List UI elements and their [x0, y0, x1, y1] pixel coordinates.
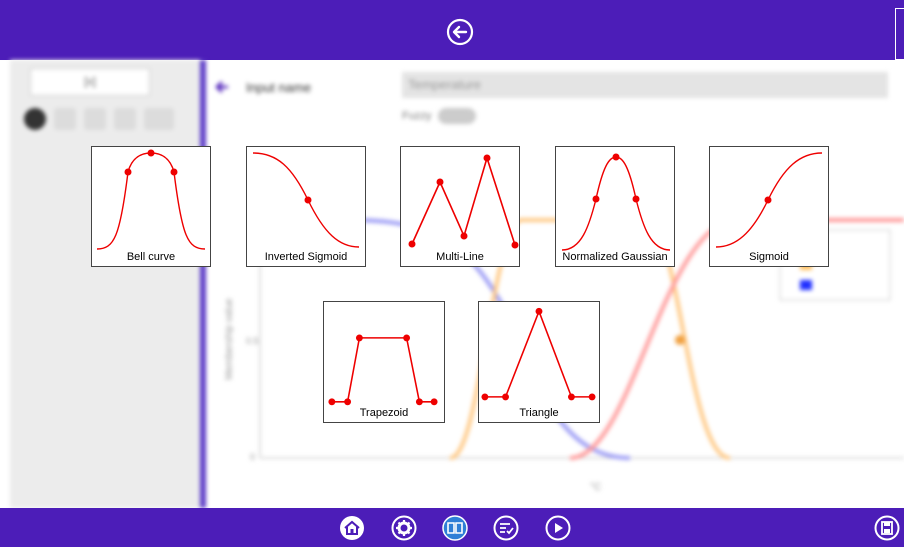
x-axis-label: °C: [590, 482, 601, 493]
shape-card-bell-curve[interactable]: Bell curve: [91, 146, 211, 267]
background-content: [x] Input name Temperature Fuzzy 0.5 0 °…: [0, 60, 904, 508]
y-tick: 0: [250, 452, 255, 462]
normalized-gaussian-icon: [561, 153, 671, 251]
shape-label: Inverted Sigmoid: [264, 251, 348, 263]
window-corner-box: [895, 8, 904, 60]
panel-divider: [200, 60, 206, 508]
multi-line-icon: [408, 154, 519, 249]
play-icon[interactable]: [545, 515, 571, 541]
shape-label: Bell curve: [126, 251, 176, 263]
shape-card-sigmoid[interactable]: Sigmoid: [709, 146, 829, 267]
left-panel: [x]: [10, 60, 200, 508]
shape-label: Sigmoid: [749, 251, 789, 263]
toolbar-button[interactable]: [144, 108, 174, 130]
shape-label: Trapezoid: [359, 407, 409, 419]
shape-card-triangle[interactable]: Triangle: [478, 301, 600, 423]
save-icon[interactable]: [874, 515, 900, 541]
toolbar-button[interactable]: [54, 108, 76, 130]
bell-curve-icon: [96, 149, 206, 250]
checklist-icon[interactable]: [493, 515, 519, 541]
shape-card-multi-line[interactable]: Multi-Line: [400, 146, 520, 267]
toolbar-button[interactable]: [114, 108, 136, 130]
home-icon[interactable]: [339, 515, 365, 541]
toolbar-button[interactable]: [84, 108, 106, 130]
shape-card-trapezoid[interactable]: Trapezoid: [323, 301, 445, 423]
shape-label: Triangle: [519, 407, 559, 419]
avatar[interactable]: [24, 108, 46, 130]
sigmoid-icon: [715, 152, 823, 248]
shape-card-inverted-sigmoid[interactable]: Inverted Sigmoid: [246, 146, 366, 267]
book-icon[interactable]: [442, 515, 468, 541]
bottom-nav-bar: [0, 508, 904, 547]
input-name-label: Input name: [246, 80, 312, 95]
fuzzy-label: Fuzzy: [402, 110, 432, 122]
fuzzy-toggle[interactable]: [438, 108, 476, 124]
shape-label: Normalized Gaussian: [562, 251, 668, 263]
shape-label: Multi-Line: [436, 251, 484, 263]
shape-card-normalized-gaussian[interactable]: Normalized Gaussian: [555, 146, 675, 267]
sidebar-tab[interactable]: [x]: [30, 68, 150, 96]
triangle-icon: [481, 307, 596, 401]
arrow-icon: [215, 81, 228, 93]
gear-icon[interactable]: [391, 515, 417, 541]
trapezoid-icon: [328, 334, 438, 406]
y-tick: 0.5: [246, 336, 259, 346]
input-name-field[interactable]: Temperature: [402, 72, 888, 98]
arrow-left-circle-icon[interactable]: [446, 18, 474, 46]
y-axis-label: Membership value: [224, 298, 235, 380]
top-bar: [0, 0, 904, 60]
inverted-sigmoid-icon: [252, 152, 360, 248]
